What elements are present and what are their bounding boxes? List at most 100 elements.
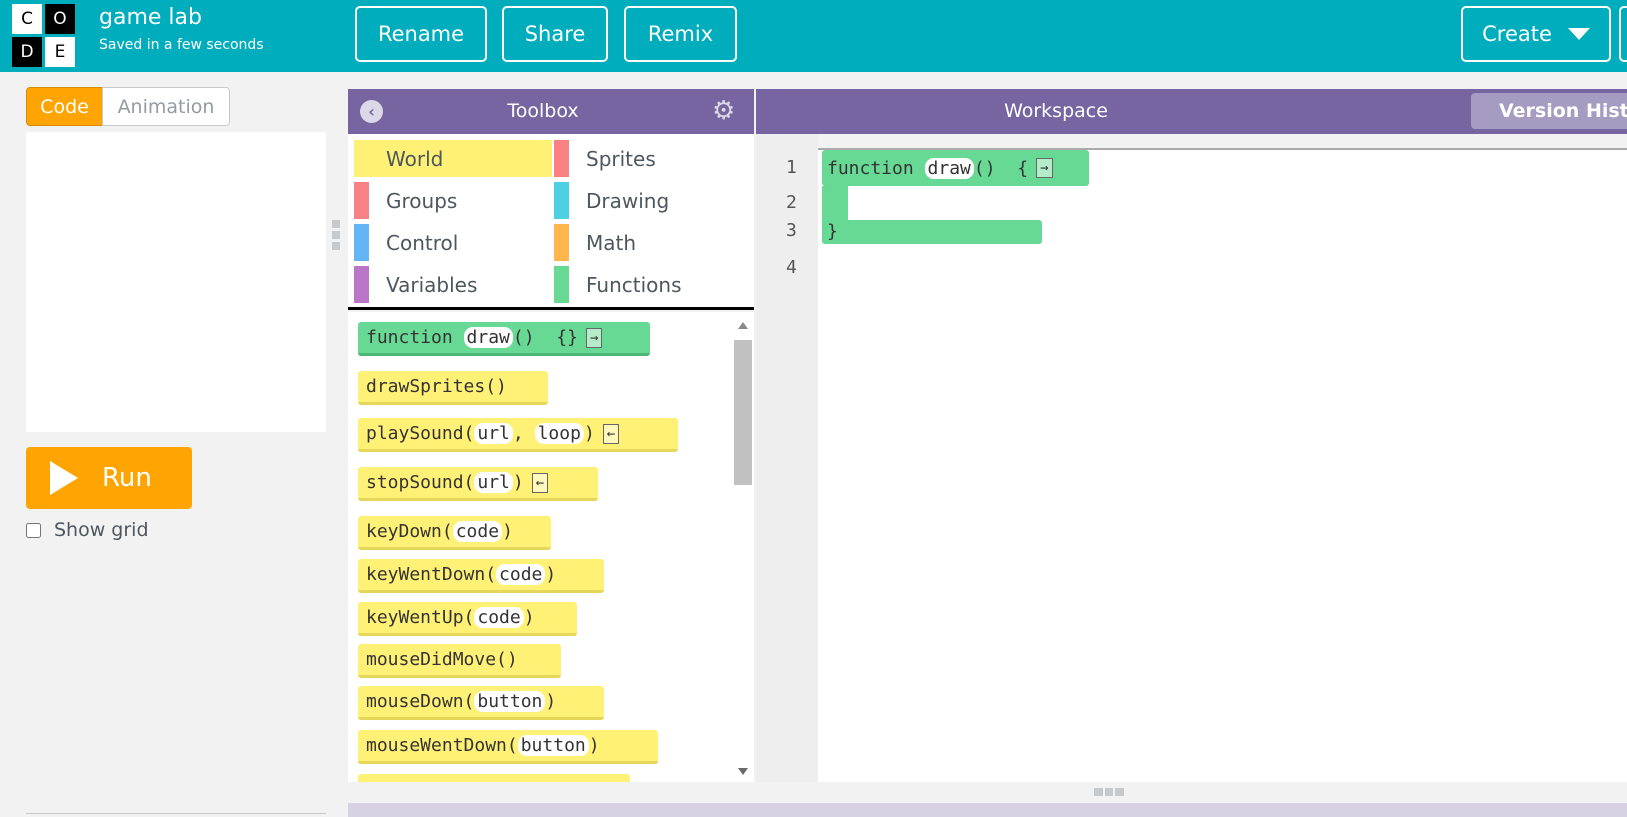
block-arg[interactable]: button: [517, 735, 589, 756]
block-text: drawSprites(): [366, 376, 507, 397]
panel-resize-handle[interactable]: [332, 220, 340, 252]
block-mousedown[interactable]: mouseDown( button ): [358, 686, 604, 720]
tab-animation[interactable]: Animation: [102, 87, 230, 126]
block-close: ): [512, 472, 524, 493]
category-variables[interactable]: Variables: [354, 266, 552, 303]
category-label: Sprites: [586, 146, 656, 171]
block-arg[interactable]: code: [452, 521, 503, 542]
block-partial[interactable]: [358, 774, 630, 782]
save-status: Saved in a few seconds: [99, 37, 264, 53]
block-function-draw[interactable]: function draw () {} →: [358, 322, 650, 356]
category-swatch: [554, 182, 569, 219]
block-text: keyDown(: [366, 521, 453, 542]
block-close: ): [523, 607, 535, 628]
block-keydown[interactable]: keyDown( code ): [358, 516, 551, 550]
category-control[interactable]: Control: [354, 224, 552, 261]
category-functions[interactable]: Functions: [554, 266, 752, 303]
version-history-button[interactable]: Version History: [1471, 93, 1627, 129]
block-arg[interactable]: url: [474, 423, 513, 444]
run-button[interactable]: Run: [26, 447, 192, 509]
block-keyword: function: [366, 327, 453, 348]
block-close: ): [502, 521, 513, 542]
block-arg[interactable]: code: [496, 564, 546, 585]
scroll-down-icon[interactable]: [738, 768, 748, 775]
category-swatch: [554, 266, 569, 303]
line-number: 2: [786, 192, 797, 213]
create-button-label: Create: [1482, 22, 1552, 46]
block-arg[interactable]: url: [474, 472, 513, 493]
scroll-thumb[interactable]: [734, 340, 752, 485]
category-label: Math: [586, 230, 637, 255]
block-mousedidmove[interactable]: mouseDidMove(): [358, 644, 561, 678]
gear-icon[interactable]: ⚙: [712, 97, 735, 125]
block-close: ): [588, 735, 600, 756]
toolbox-scrollbar[interactable]: [732, 312, 754, 782]
scroll-up-icon[interactable]: [738, 322, 748, 329]
category-sprites[interactable]: Sprites: [554, 140, 752, 177]
remix-button[interactable]: Remix: [624, 6, 737, 62]
arrow-right-icon: →: [585, 327, 603, 348]
show-grid-toggle[interactable]: Show grid: [26, 519, 149, 541]
block-arg[interactable]: loop: [534, 423, 584, 444]
logo-letter-c: C: [12, 4, 42, 34]
category-swatch: [554, 224, 569, 261]
run-label: Run: [102, 463, 152, 493]
block-arg[interactable]: code: [474, 607, 524, 628]
create-button[interactable]: Create: [1461, 6, 1611, 62]
block-playsound[interactable]: playSound( url , loop ) ←: [358, 418, 678, 452]
category-label: Control: [386, 230, 459, 255]
caret-down-icon: [1567, 28, 1590, 40]
logo-letter-o: O: [45, 4, 75, 34]
toolbox-title: Toolbox: [507, 100, 579, 122]
workspace-block-end: }: [822, 220, 1042, 244]
category-math[interactable]: Math: [554, 224, 752, 261]
bottom-resize-handle[interactable]: [1094, 788, 1125, 796]
share-button[interactable]: Share: [502, 6, 608, 62]
block-text: mouseDown(: [366, 691, 475, 712]
line-number: 1: [786, 157, 797, 178]
block-drawsprites[interactable]: drawSprites(): [358, 371, 548, 405]
rename-button[interactable]: Rename: [355, 6, 487, 62]
workspace-title: Workspace: [1004, 100, 1108, 122]
line-number: 3: [786, 220, 797, 241]
block-close: ): [545, 564, 557, 585]
header-overflow-button[interactable]: [1619, 6, 1627, 62]
code-org-logo[interactable]: C O D E: [12, 4, 76, 68]
block-stopsound[interactable]: stopSound( url ) ←: [358, 467, 598, 501]
code-suffix: () {: [973, 157, 1029, 179]
category-drawing[interactable]: Drawing: [554, 182, 752, 219]
app-title: game lab: [99, 5, 202, 30]
category-label: World: [386, 146, 444, 171]
block-text: keyWentUp(: [366, 607, 475, 628]
code-keyword: function: [827, 157, 914, 179]
workspace-header: Workspace Version History: [756, 89, 1627, 134]
block-arg[interactable]: draw: [463, 327, 513, 348]
block-suffix: () {}: [512, 327, 578, 348]
block-text: mouseWentDown(: [366, 735, 518, 756]
block-keywentup[interactable]: keyWentUp( code ): [358, 602, 577, 636]
category-world[interactable]: World: [354, 140, 552, 177]
category-label: Variables: [386, 272, 478, 297]
block-arg[interactable]: button: [474, 691, 546, 712]
line-number: 4: [786, 257, 797, 278]
game-canvas[interactable]: [26, 132, 326, 432]
block-text: stopSound(: [366, 472, 475, 493]
show-grid-checkbox[interactable]: [26, 522, 41, 538]
block-mousewentdown[interactable]: mouseWentDown( button ): [358, 730, 658, 764]
show-grid-label: Show grid: [54, 519, 149, 541]
category-label: Groups: [386, 188, 458, 213]
workspace-block-body: [822, 186, 848, 222]
version-history-label: Version History: [1499, 100, 1627, 122]
block-close: ): [545, 691, 557, 712]
code-function-name[interactable]: draw: [924, 157, 974, 179]
workspace-function-block[interactable]: function draw () { →: [822, 150, 1089, 186]
debug-panel-header[interactable]: [348, 803, 1627, 817]
tab-code[interactable]: Code: [26, 87, 103, 126]
category-groups[interactable]: Groups: [354, 182, 552, 219]
play-icon: [50, 461, 78, 495]
category-label: Functions: [586, 272, 682, 297]
block-close: ): [583, 423, 595, 444]
block-keywentdown[interactable]: keyWentDown( code ): [358, 559, 604, 593]
arrow-left-icon: ←: [602, 423, 620, 444]
block-text: playSound(: [366, 423, 475, 444]
